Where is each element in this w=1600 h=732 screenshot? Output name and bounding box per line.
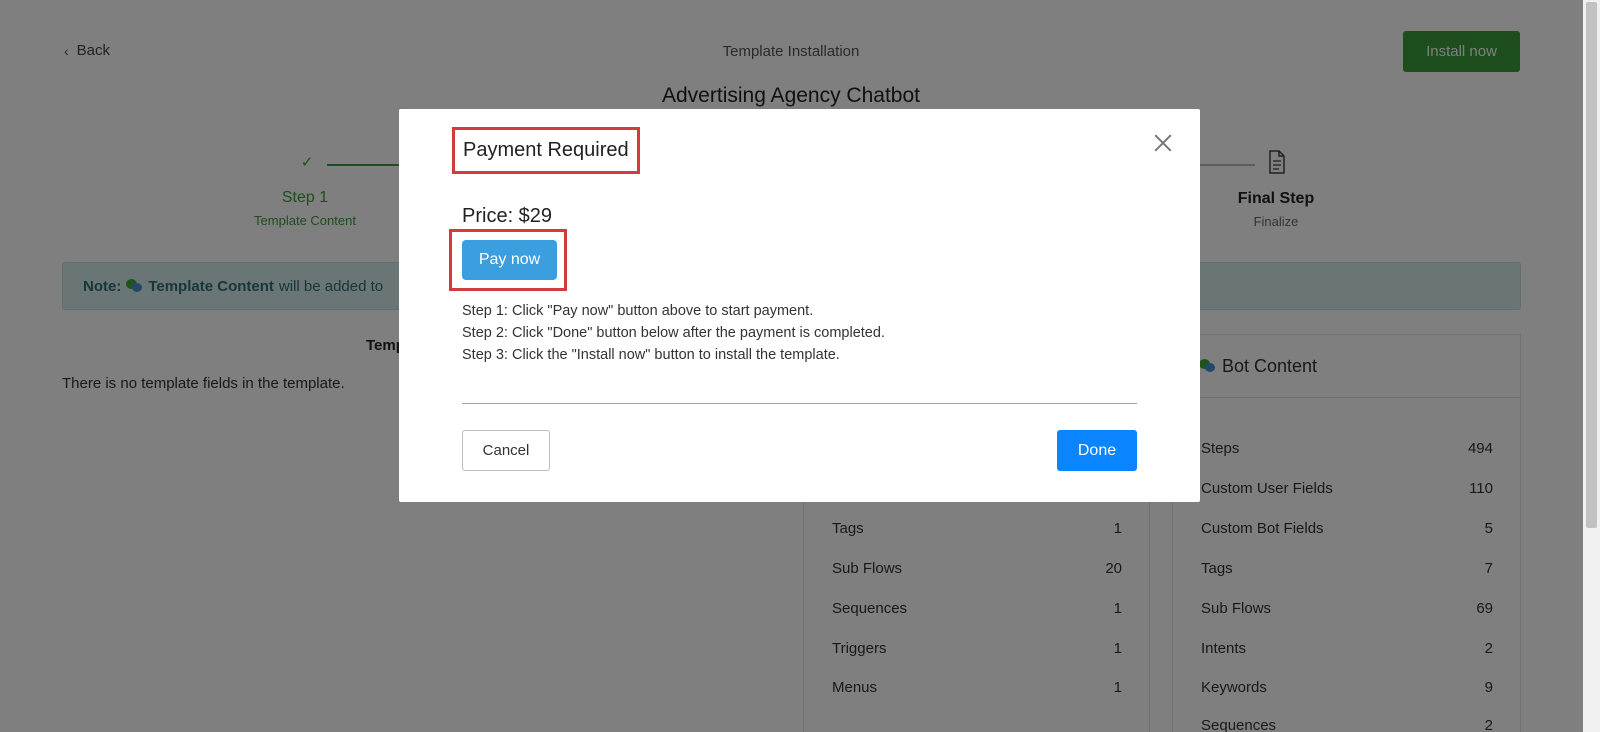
cancel-button[interactable]: Cancel — [462, 430, 550, 471]
price-label: Price: $29 — [462, 205, 553, 227]
modal-title: Payment Required — [452, 127, 640, 174]
instruction-step: Step 1: Click "Pay now" button above to … — [462, 303, 814, 319]
payment-required-modal: Payment Required Price: $29 Pay now Step… — [399, 109, 1200, 502]
close-icon[interactable] — [1151, 131, 1175, 155]
done-button[interactable]: Done — [1057, 430, 1137, 471]
modal-divider — [462, 403, 1137, 404]
scrollbar-thumb[interactable] — [1586, 2, 1597, 528]
payment-instructions: Step 1: Click "Pay now" button above to … — [462, 300, 885, 366]
instruction-step: Step 3: Click the "Install now" button t… — [462, 347, 840, 363]
instruction-step: Step 2: Click "Done" button below after … — [462, 325, 885, 341]
pay-now-button[interactable]: Pay now — [462, 240, 557, 280]
